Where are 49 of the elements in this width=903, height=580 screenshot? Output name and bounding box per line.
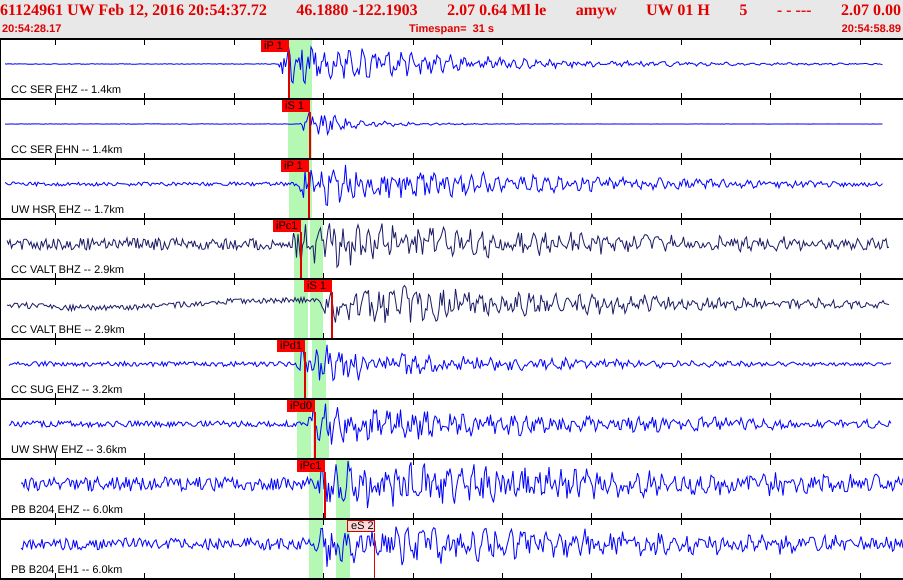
pick-line[interactable]: [314, 412, 316, 458]
pick-window: [309, 520, 323, 578]
event-field: 46.1880 -122.1903: [296, 0, 418, 21]
channel-label: CC SUG EHZ -- 3.2km: [11, 384, 122, 396]
trace-panel[interactable]: iP 1 CC SER EHZ -- 1.4km: [1, 40, 903, 100]
pick-flag[interactable]: iS 1: [304, 280, 332, 292]
pick-line[interactable]: [308, 172, 310, 218]
pick-line[interactable]: [331, 292, 333, 338]
pick-line[interactable]: [288, 52, 290, 98]
trace-panel[interactable]: iPc1 PB B204 EHZ -- 6.0km: [1, 460, 903, 520]
pick-flag[interactable]: iP 1: [281, 160, 309, 172]
pick-flag[interactable]: iS 1: [282, 100, 310, 112]
pick-line[interactable]: [324, 472, 326, 518]
pick-flag[interactable]: iPc1: [297, 460, 325, 472]
channel-label: PB B204 EHZ -- 6.0km: [11, 504, 123, 516]
event-field: 61124961 UW Feb 12, 2016 20:54:37.72: [0, 0, 267, 21]
event-field: 2.07 0.00: [840, 0, 901, 21]
channel-label: UW HSR EHZ -- 1.7km: [11, 204, 124, 216]
pick-flag[interactable]: iP 1: [261, 40, 289, 52]
trace-panel[interactable]: iS 1 CC VALT BHE -- 2.9km: [1, 280, 903, 340]
pick-flag[interactable]: iPd1: [277, 340, 305, 352]
channel-label: CC VALT BHE -- 2.9km: [11, 324, 125, 336]
event-field: - - ---: [776, 0, 812, 21]
event-field: 5: [739, 0, 748, 21]
trace-panel[interactable]: iPd1 CC SUG EHZ -- 3.2km: [1, 340, 903, 400]
pick-line[interactable]: [304, 352, 306, 398]
trace-panel[interactable]: eS 2 PB B204 EH1 -- 6.0km: [1, 520, 903, 580]
channel-label: UW SHW EHZ -- 3.6km: [11, 444, 126, 456]
pick-flag[interactable]: iPc1: [273, 220, 301, 232]
channel-label: PB B204 EH1 -- 6.0km: [11, 564, 122, 576]
event-field: amyw: [576, 0, 617, 21]
pick-line[interactable]: [374, 533, 375, 578]
pick-flag[interactable]: iPd0: [287, 400, 315, 412]
pick-window: [310, 220, 323, 278]
trace-panel[interactable]: iPc1 CC VALT BHZ -- 2.9km: [1, 220, 903, 280]
end-time: 20:54:58.89: [842, 22, 901, 37]
timespan-label: Timespan= 31 s: [408, 22, 494, 37]
trace-panel[interactable]: iP 1 UW HSR EHZ -- 1.7km: [1, 160, 903, 220]
channel-label: CC VALT BHZ -- 2.9km: [11, 264, 124, 276]
trace-panel[interactable]: iPd0 UW SHW EHZ -- 3.6km: [1, 400, 903, 460]
pick-line[interactable]: [309, 112, 311, 158]
pick-line[interactable]: [300, 232, 302, 278]
start-time: 20:54:28.17: [2, 22, 62, 37]
trace-panel[interactable]: iS 1 CC SER EHN -- 1.4km: [1, 100, 903, 160]
channel-label: CC SER EHZ -- 1.4km: [11, 84, 122, 96]
event-field: UW 01 H: [646, 0, 710, 21]
channel-label: CC SER EHN -- 1.4km: [11, 144, 122, 156]
pick-flag[interactable]: eS 2: [347, 520, 375, 532]
event-field: 2.07 0.64 Ml le: [447, 0, 546, 21]
